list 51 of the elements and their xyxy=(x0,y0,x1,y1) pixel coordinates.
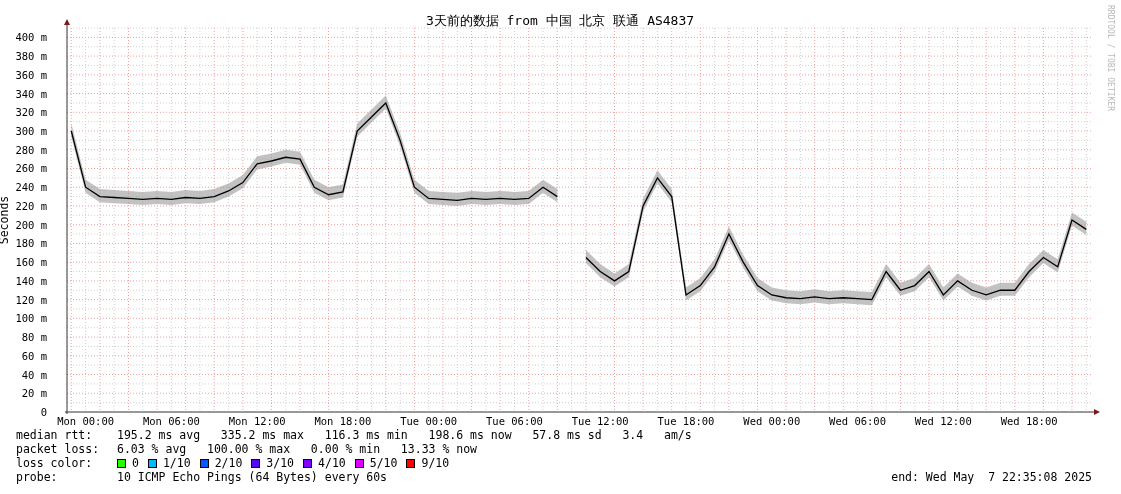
y-tick-label: 120 m xyxy=(15,293,47,306)
legend-value: 10 ICMP Echo Pings (64 Bytes) every 60s xyxy=(117,470,388,484)
chart-title: 3天前的数据 from 中国 北京 联通 AS4837 xyxy=(425,13,695,28)
legend-value: 195.2 ms avg 335.2 ms max 116.3 ms min 198.6 ms now 57.8 ms sd 3.4 am/s xyxy=(117,428,692,442)
legend-value: 6.03 % avg 100.00 % max 0.00 % min 13.33 % now xyxy=(117,442,478,456)
y-tick-label: 0 xyxy=(40,406,47,418)
y-tick-label: 360 m xyxy=(15,68,47,81)
y-tick-label: 240 m xyxy=(15,181,47,194)
swatch-label: 4/10 xyxy=(318,456,346,470)
y-tick-label: 400 m xyxy=(15,31,47,44)
swatch-label: 1/10 xyxy=(162,456,191,470)
swatch-label: 0 xyxy=(132,456,139,470)
y-tick-label: 340 m xyxy=(15,87,47,100)
y-tick-label: 180 m xyxy=(15,237,47,250)
x-tick-label: Tue 18:00 xyxy=(657,415,715,427)
swatch-label: 3/10 xyxy=(266,456,295,470)
y-tick-label: 220 m xyxy=(15,199,47,212)
y-tick-label: 140 m xyxy=(15,274,47,287)
x-tick-label: Wed 18:00 xyxy=(1000,415,1058,427)
legend-label: median rtt: xyxy=(16,428,94,442)
swatch-label: 2/10 xyxy=(214,456,243,470)
x-tick-label: Wed 12:00 xyxy=(914,415,972,427)
x-tick-label: Mon 18:00 xyxy=(314,415,372,427)
end-time: end: Wed May 7 22:35:08 2025 xyxy=(891,470,1092,484)
y-tick-label: 320 m xyxy=(15,106,47,119)
x-tick-label: Tue 00:00 xyxy=(400,415,458,427)
y-tick-label: 280 m xyxy=(15,143,47,156)
swatch-label: 9/10 xyxy=(421,456,450,470)
y-tick-label: 60 m xyxy=(21,349,47,362)
y-tick-label: 40 m xyxy=(21,368,47,381)
y-tick-label: 200 m xyxy=(15,218,47,231)
y-tick-label: 80 m xyxy=(21,331,47,344)
y-axis-title: Seconds xyxy=(0,195,11,245)
x-tick-label: Tue 06:00 xyxy=(486,415,543,427)
legend-label: packet loss: xyxy=(16,442,101,456)
credit-text: RRDTOOL / TOBI OETIKER xyxy=(1106,5,1115,111)
x-tick-label: Tue 12:00 xyxy=(571,415,629,427)
legend-label: loss color: xyxy=(16,456,94,470)
x-tick-label: Mon 00:00 xyxy=(57,415,115,427)
y-tick-label: 20 m xyxy=(21,387,47,400)
legend-label: probe: xyxy=(16,470,59,484)
y-tick-label: 160 m xyxy=(15,256,47,269)
x-tick-label: Mon 06:00 xyxy=(142,415,200,427)
swatch-label: 5/10 xyxy=(369,456,398,470)
x-tick-label: Wed 06:00 xyxy=(829,415,886,427)
y-tick-label: 100 m xyxy=(15,312,47,325)
x-tick-label: Mon 12:00 xyxy=(228,415,286,427)
y-tick-label: 260 m xyxy=(15,162,47,175)
y-tick-label: 380 m xyxy=(15,50,47,63)
x-tick-label: Wed 00:00 xyxy=(743,415,801,427)
y-tick-label: 300 m xyxy=(15,125,47,137)
